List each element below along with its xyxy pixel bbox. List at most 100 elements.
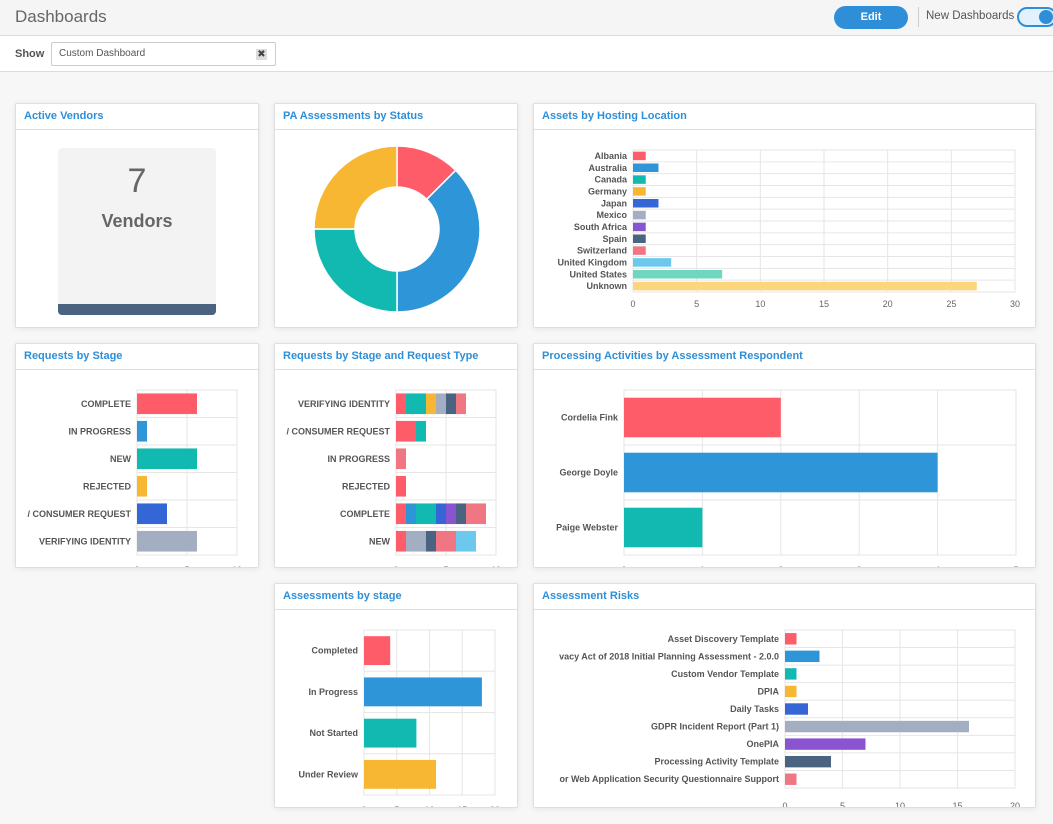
bar-segment (436, 530, 456, 552)
bar (624, 397, 781, 438)
y-category-label: NEW (369, 536, 391, 546)
show-label: Show (15, 48, 45, 60)
widget-title: Requests by Stage and Request Type (275, 344, 517, 370)
requests-stage-chart: 0 5 10 COMPLETE IN PROGRESS NEW REJECTED / CONS… (27, 389, 242, 575)
y-category-label: Not Started (309, 728, 358, 738)
y-category-label: In Progress (308, 687, 358, 697)
bar (785, 685, 797, 698)
bar (364, 759, 437, 789)
bar-segment (446, 503, 456, 525)
y-category-label: or Web Application Security Questionnair… (559, 774, 779, 784)
dashboard-select-value: Custom Dashboard (59, 48, 146, 59)
bar (785, 738, 866, 750)
bar (633, 151, 646, 161)
bar-segment (406, 503, 416, 525)
bar-segment (436, 503, 446, 525)
widget-title: Requests by Stage (16, 344, 258, 370)
donut-slice (313, 228, 398, 313)
y-category-label: / CONSUMER REQUEST (27, 509, 131, 519)
x-tick-label: 15 (952, 801, 962, 807)
bar-segment (396, 475, 406, 497)
y-category-label: OnePIA (746, 739, 779, 749)
divider (918, 7, 919, 27)
x-tick-label: 2 (778, 565, 783, 567)
widget-title: Assessment Risks (534, 584, 1035, 610)
x-tick-label: 0 (782, 801, 787, 807)
x-tick-label: 30 (1010, 299, 1020, 309)
bar-segment (436, 393, 446, 415)
edit-button[interactable]: Edit (834, 6, 908, 29)
processing-chart: 0 1 2 3 4 5 Cordelia Fink George Doyle Paige Web… (556, 389, 1019, 575)
bar-segment (456, 530, 476, 552)
widget-title: Processing Activities by Assessment Resp… (534, 344, 1035, 370)
top-bar: Dashboards Edit New Dashboards (0, 0, 1053, 36)
bar (137, 448, 197, 470)
y-category-label: Canada (594, 175, 628, 185)
widget-processing: Processing Activities by Assessment Resp… (533, 343, 1036, 575)
bar (137, 530, 197, 552)
bar-segment (416, 503, 436, 525)
x-tick-label: 5 (1013, 565, 1018, 567)
widget-title: Assets by Hosting Location (534, 104, 1035, 130)
y-category-label: COMPLETE (81, 399, 131, 409)
x-tick-label: 0 (361, 805, 366, 807)
y-category-label: GDPR Incident Report (Part 1) (651, 722, 779, 732)
bar-segment (396, 420, 416, 442)
bar-segment (456, 393, 466, 415)
risks-chart: 0 5 10 15 20 Asset Discovery Template vacy Act… (559, 629, 1020, 811)
y-category-label: Daily Tasks (730, 704, 779, 714)
y-category-label: Spain (602, 234, 627, 244)
x-tick-label: 4 (935, 565, 940, 567)
x-tick-label: 20 (883, 299, 893, 309)
y-category-label: Australia (588, 163, 628, 173)
widget-requests-stage: Requests by Stage 0 5 10 COMPLETE IN PROGRES… (15, 343, 259, 575)
y-category-label: vacy Act of 2018 Initial Planning Assess… (559, 651, 779, 661)
bar (633, 269, 723, 279)
widget-assess-stage: Assessments by stage 0 5 10 15 20 Completed In… (274, 583, 518, 815)
bar (633, 222, 646, 232)
widget-hosting: Assets by Hosting Location 0 5 10 15 20 25 30 A… (533, 103, 1036, 328)
x-tick-label: 10 (895, 801, 905, 807)
bar-segment (396, 393, 406, 415)
y-category-label: United States (569, 269, 627, 279)
widget-title: Assessments by stage (275, 584, 517, 610)
bar (633, 187, 646, 196)
x-tick-label: 10 (491, 565, 501, 567)
x-tick-label: 3 (857, 565, 862, 567)
x-tick-label: 1 (700, 565, 705, 567)
bar-segment (426, 393, 436, 415)
y-category-label: Completed (311, 646, 358, 656)
x-tick-label: 20 (490, 805, 500, 807)
y-category-label: Switzerland (577, 246, 627, 256)
bar (633, 210, 646, 220)
y-category-label: Albania (594, 151, 628, 161)
bar (137, 503, 167, 525)
y-category-label: COMPLETE (340, 509, 390, 519)
x-tick-label: 5 (694, 299, 699, 309)
y-category-label: Under Review (298, 769, 359, 779)
widget-risks: Assessment Risks 0 5 10 15 20 Asset Discovery… (533, 583, 1036, 811)
y-category-label: Paige Webster (556, 523, 618, 533)
bar (137, 420, 147, 442)
x-tick-label: 25 (946, 299, 956, 309)
vendor-unit: Vendors (101, 211, 173, 231)
bar (633, 246, 646, 255)
y-category-label: REJECTED (342, 481, 391, 491)
new-dashboards-toggle[interactable] (1017, 7, 1053, 27)
bar-segment (416, 420, 426, 442)
bar (785, 703, 808, 715)
vendor-count-tile[interactable]: 7 Vendors (58, 148, 216, 315)
y-category-label: VERIFYING IDENTITY (39, 536, 131, 546)
bar (364, 636, 391, 666)
toggle-knob (1039, 10, 1053, 24)
bar (785, 755, 831, 768)
dashboard-select[interactable]: Custom Dashboard ✖ (51, 42, 276, 66)
x-tick-label: 0 (621, 565, 626, 567)
bar-segment (426, 530, 436, 552)
bar-segment (406, 530, 426, 552)
bar (137, 393, 197, 415)
clear-icon[interactable]: ✖ (256, 49, 267, 60)
widget-requests-stage-type: Requests by Stage and Request Type 0 5 10 V… (274, 343, 518, 575)
bar (785, 773, 797, 785)
x-tick-label: 10 (424, 805, 434, 807)
